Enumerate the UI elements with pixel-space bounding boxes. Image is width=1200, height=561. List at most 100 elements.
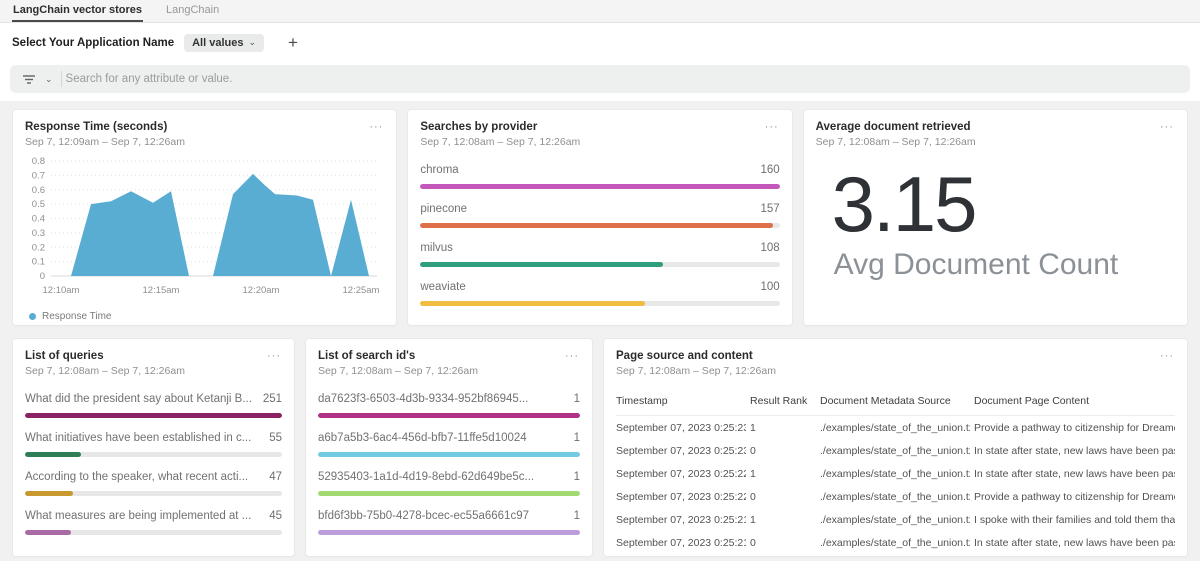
application-name-label: Select Your Application Name — [12, 37, 174, 49]
bar-label: What initiatives have been established i… — [25, 432, 251, 444]
panel-menu-icon[interactable]: ··· — [368, 121, 384, 133]
bar-label: According to the speaker, what recent ac… — [25, 471, 248, 483]
table-cell: ./examples/state_of_the_union.txt — [820, 491, 970, 503]
table-cell: September 07, 2023 0:25:21 — [616, 537, 746, 549]
legend-label: Response Time — [42, 311, 111, 322]
table-row[interactable]: September 07, 2023 0:25:21 0 ./examples/st… — [616, 531, 1175, 554]
table-row[interactable]: September 07, 2023 0:25:230./examples/st… — [616, 439, 1175, 462]
panel-menu-icon[interactable]: ··· — [266, 350, 282, 362]
panel-average-document-retrieved: Average document retrieved Sep 7, 12:08a… — [803, 109, 1188, 326]
bar-value: 251 — [263, 393, 282, 405]
panel-menu-icon[interactable]: ··· — [1159, 121, 1175, 133]
table-cell: ./examples/state_of_the_union.txt — [820, 422, 970, 434]
table-cell: ./examples/state_of_the_union.txt — [820, 445, 970, 457]
bar-track — [25, 452, 282, 457]
response-time-chart[interactable]: 00.10.20.30.40.50.60.70.812:10am12:15am1… — [25, 154, 384, 309]
panel-menu-icon[interactable]: ··· — [564, 350, 580, 362]
table-cell: September 07, 2023 0:25:22 — [616, 491, 746, 503]
svg-text:0.8: 0.8 — [32, 156, 45, 167]
application-name-dropdown[interactable]: All values ⌄ — [184, 34, 264, 52]
bar-value: 100 — [760, 281, 779, 293]
bar-list-item[interactable]: milvus 108 — [420, 242, 779, 267]
table-body: September 07, 2023 0:25:23 1 ./examples/st… — [616, 416, 1175, 554]
svg-text:0.2: 0.2 — [32, 242, 45, 253]
bar-fill — [318, 491, 580, 496]
panel-title: Page source and content — [616, 350, 776, 362]
bar-list-item[interactable]: What measures are being implemented at .… — [25, 510, 282, 535]
bar-value: 1 — [574, 393, 580, 405]
panel-timerange: Sep 7, 12:08am – Sep 7, 12:26am — [318, 365, 478, 377]
bar-fill — [420, 223, 773, 228]
filter-chevron-down-icon[interactable]: ⌄ — [40, 74, 58, 85]
bar-fill — [25, 413, 282, 418]
bar-list-item[interactable]: According to the speaker, what recent ac… — [25, 471, 282, 496]
panel-timerange: Sep 7, 12:09am – Sep 7, 12:26am — [25, 136, 185, 148]
bar-list-item[interactable]: a6b7a5b3-6ac4-456d-bfb7-11ffe5d100241 — [318, 432, 580, 457]
bar-list-item[interactable]: weaviate 100 — [420, 281, 779, 306]
tab-langchain-vector-stores[interactable]: LangChain vector stores — [12, 0, 143, 22]
filter-icon[interactable] — [18, 73, 40, 85]
bar-list-item[interactable]: What initiatives have been established i… — [25, 432, 282, 457]
bar-value: 55 — [269, 432, 282, 444]
bar-value: 1 — [574, 510, 580, 522]
bar-label: milvus — [420, 242, 453, 254]
table-row[interactable]: September 07, 2023 0:25:22 1 ./examples/st… — [616, 462, 1175, 485]
table-cell: In state after state, new laws have been… — [974, 468, 1175, 480]
panel-title: Response Time (seconds) — [25, 121, 185, 133]
bar-label: weaviate — [420, 281, 465, 293]
svg-text:12:25am: 12:25am — [343, 285, 380, 296]
table-cell: ./examples/state_of_the_union.txt — [820, 537, 970, 549]
bar-list-item[interactable]: What did the president say about Ketanji… — [25, 393, 282, 418]
page-source-table: TimestampResult RankDocument Metadata So… — [616, 390, 1175, 554]
chart-legend: Response Time — [25, 311, 384, 322]
table-cell: 0 — [750, 537, 816, 549]
table-row[interactable]: September 07, 2023 0:25:220./examples/st… — [616, 485, 1175, 508]
bar-fill — [420, 184, 779, 189]
table-cell: I spoke with their families and told the… — [974, 514, 1175, 526]
bar-track — [420, 301, 779, 306]
bar-fill — [318, 530, 580, 535]
bar-list-item[interactable]: bfd6f3bb-75b0-4278-bcec-ec55a6661c97 1 — [318, 510, 580, 535]
panel-timerange: Sep 7, 12:08am – Sep 7, 12:26am — [816, 136, 976, 148]
search-input[interactable] — [66, 73, 1182, 85]
bar-track — [25, 530, 282, 535]
table-column-header: Document Metadata Source — [820, 395, 970, 407]
table-cell: September 07, 2023 0:25:23 — [616, 422, 746, 434]
queries-bar-list: What did the president say about Ketanji… — [25, 393, 282, 535]
panel-title: Average document retrieved — [816, 121, 976, 133]
table-cell: 1 — [750, 468, 816, 480]
svg-text:0: 0 — [40, 271, 45, 282]
table-cell: September 07, 2023 0:25:23 — [616, 445, 746, 457]
add-filter-button[interactable]: + — [288, 34, 298, 51]
table-row[interactable]: September 07, 2023 0:25:23 1 ./examples/st… — [616, 416, 1175, 439]
table-cell: September 07, 2023 0:25:22 — [616, 468, 746, 480]
bar-label: bfd6f3bb-75b0-4278-bcec-ec55a6661c97 — [318, 510, 529, 522]
table-cell: 1 — [750, 422, 816, 434]
panel-list-of-search-ids: List of search id's Sep 7, 12:08am – Sep… — [305, 338, 593, 557]
bar-list-item[interactable]: chroma160 — [420, 164, 779, 189]
bar-list-item[interactable]: 52935403-1a1d-4d19-8ebd-62d649be5c...1 — [318, 471, 580, 496]
svg-text:0.7: 0.7 — [32, 170, 45, 181]
bar-fill — [318, 413, 580, 418]
bar-list-item[interactable]: pinecone157 — [420, 203, 779, 228]
provider-bar-list: chroma160 pinecone157 milvus 108 weaviate 100 — [420, 164, 779, 306]
application-selector-row: Select Your Application Name All values … — [0, 23, 1200, 62]
table-row[interactable]: September 07, 2023 0:25:211./examples/st… — [616, 508, 1175, 531]
table-cell: Provide a pathway to citizenship for Dre… — [974, 491, 1175, 503]
table-cell: ./examples/state_of_the_union.txt — [820, 468, 970, 480]
search-divider — [61, 71, 62, 87]
avg-document-count-value: 3.15 — [832, 164, 1175, 246]
panel-title: List of search id's — [318, 350, 478, 362]
bar-value: 160 — [760, 164, 779, 176]
bar-value: 108 — [760, 242, 779, 254]
panel-list-of-queries: List of queries Sep 7, 12:08am – Sep 7, … — [12, 338, 295, 557]
panel-menu-icon[interactable]: ··· — [764, 121, 780, 133]
bar-list-item[interactable]: da7623f3-6503-4d3b-9334-952bf86945...1 — [318, 393, 580, 418]
panel-title: Searches by provider — [420, 121, 580, 133]
avg-document-count-label: Avg Document Count — [834, 248, 1175, 282]
tab-langchain[interactable]: LangChain — [165, 0, 220, 22]
dropdown-value: All values — [192, 37, 243, 49]
bar-value: 1 — [574, 471, 580, 483]
bar-value: 47 — [269, 471, 282, 483]
panel-menu-icon[interactable]: ··· — [1159, 350, 1175, 362]
